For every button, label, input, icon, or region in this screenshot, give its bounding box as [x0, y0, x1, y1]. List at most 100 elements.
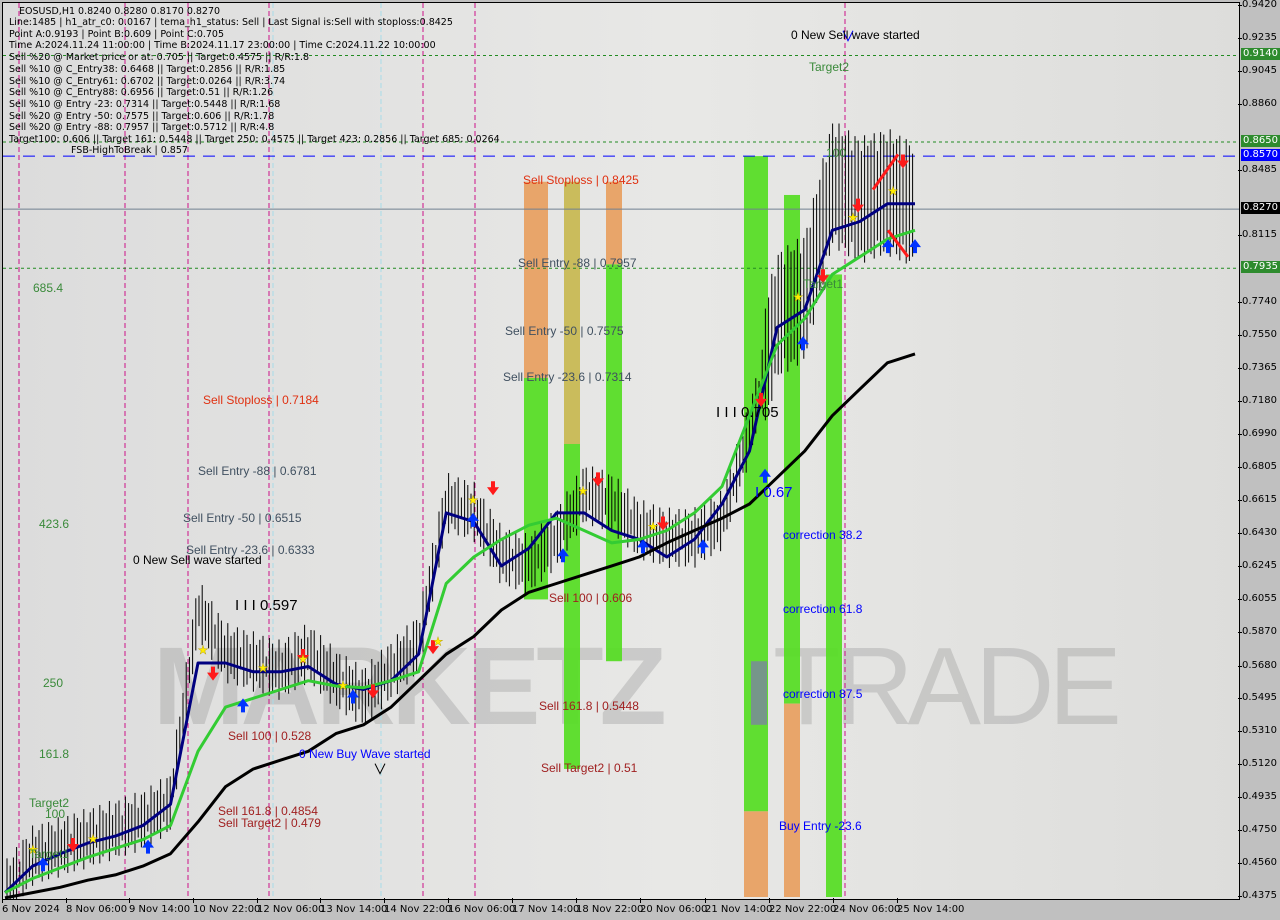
y-tick-label: 0.5680 [1238, 659, 1277, 671]
x-tick-label: 6 Nov 2024 [2, 898, 60, 915]
y-tick-label: 0.7365 [1238, 361, 1277, 373]
sell-arrow-icon [657, 516, 669, 531]
price-badge-green: 0.8650 [1241, 134, 1280, 147]
y-tick-label: 0.9235 [1238, 31, 1277, 43]
y-tick-label: 0.4750 [1238, 823, 1277, 835]
buy-arrow-icon [142, 839, 154, 854]
x-tick-label: 18 Nov 22:00 [576, 898, 644, 915]
y-tick-label: 0.5870 [1238, 625, 1277, 637]
chart-annotation: Sell 100 | 0.606 [549, 591, 633, 606]
chart-annotation: 250 [43, 676, 64, 691]
chart-annotation: Sell Stoploss | 0.7184 [203, 392, 319, 407]
info-line: Line:1485 | h1_atr_c0: 0.0167 | tema_h1_… [9, 17, 453, 28]
chart-plot-area[interactable]: MARKETZ TRADE ★ ★ ★ ★ ★ ★ ★ ★ ★ ★ ★ ★ ★ EOSUSD,H1 0.… [2, 2, 1240, 900]
zone-bar [744, 811, 768, 897]
chart-annotation: 685.4 [33, 280, 64, 295]
y-tick-label: 0.8485 [1238, 164, 1277, 176]
info-line: Sell %10 @ C_Entry61: 0.6702 || Target:0… [9, 75, 286, 87]
y-tick-label: 0.4935 [1238, 791, 1277, 803]
chart-annotation: Sell Entry -50 | 0.7575 [505, 323, 624, 338]
chart-annotation: I I I 0.597 [235, 596, 298, 614]
chart-annotation: Sell Stoploss | 0.8425 [523, 172, 639, 187]
info-line: Sell %10 @ C_Entry38: 0.6468 || Target:0… [9, 63, 286, 75]
chart-annotation: Sell Entry -50 | 0.6515 [183, 511, 302, 526]
x-tick-label: 25 Nov 14:00 [897, 898, 965, 915]
chart-annotation: Sell Target2 | 0.51 [541, 760, 638, 775]
chart-annotation: correction 87.5 [783, 686, 863, 701]
info-line: Point A:0.9193 | Point B:0.609 | Point C… [9, 28, 225, 40]
buy-arrow-icon [347, 689, 359, 704]
star-marker-icon: ★ [578, 484, 589, 498]
x-tick-label: 21 Nov 14:00 [705, 898, 773, 915]
y-tick-label: 0.7740 [1238, 295, 1277, 307]
zone-bar [826, 274, 842, 897]
chart-annotation: Sell Entry -23.6 | 0.7314 [503, 369, 632, 384]
star-marker-icon: ★ [888, 184, 899, 198]
x-tick-label: 10 Nov 22:00 [193, 898, 261, 915]
chart-annotation: correction 61.8 [783, 602, 863, 616]
price-badge-green: 0.9140 [1241, 48, 1280, 61]
chart-annotation: Target1 [29, 847, 70, 862]
info-line: Sell %20 @ Entry -50: 0.7575 || Target:0… [9, 110, 275, 122]
y-tick-label: 0.7180 [1238, 394, 1277, 406]
star-marker-icon: ★ [338, 678, 349, 692]
y-tick-label: 0.6245 [1238, 559, 1277, 571]
star-marker-icon: ★ [848, 210, 859, 224]
x-tick-label: 12 Nov 06:00 [257, 898, 325, 915]
y-tick-label: 0.5310 [1238, 724, 1277, 736]
chart-annotation: 423.6 [39, 517, 70, 532]
y-tick-label: 0.5495 [1238, 692, 1277, 704]
y-tick-label: 0.6615 [1238, 494, 1277, 506]
info-line: Time A:2024.11.24 11:00:00 | Time B:2024… [9, 40, 436, 52]
y-tick-label: 0.4375 [1238, 890, 1277, 901]
symbol-ohlc: EOSUSD,H1 0.8240 0.8280 0.8170 0.8270 [19, 6, 221, 17]
zone-bar [784, 703, 800, 897]
y-tick-label: 0.9420 [1238, 0, 1277, 10]
chart-annotation: Sell Target2 | 0.479 [218, 815, 321, 830]
zone-bar [606, 181, 622, 265]
chart-annotation: 100 [45, 806, 66, 821]
chart-annotation: Target2 [809, 59, 850, 74]
x-tick-label: 14 Nov 22:00 [384, 898, 452, 915]
star-marker-icon: ★ [793, 290, 804, 304]
x-tick-label: 22 Nov 22:00 [769, 898, 837, 915]
x-tick-label: 24 Nov 06:00 [833, 898, 901, 915]
chart-annotation: 0 New Buy Wave started [299, 746, 431, 761]
x-tick-label: 17 Nov 14:00 [512, 898, 580, 915]
buy-arrow-icon [697, 539, 709, 554]
star-marker-icon: ★ [198, 643, 209, 657]
price-badge-blue: 0.8570 [1241, 149, 1280, 162]
x-tick-label: 9 Nov 14:00 [129, 898, 191, 915]
sell-arrow-icon [487, 481, 499, 496]
zone-bar [524, 181, 548, 378]
info-line: Sell %10 @ Entry -23: 0.7314 || Target:0… [9, 98, 281, 110]
y-tick-label: 0.6430 [1238, 527, 1277, 539]
info-line: Sell %20 @ Entry -88: 0.7957 || Target:0… [9, 122, 275, 134]
wave-v-icon [374, 763, 386, 775]
zone-bar [564, 181, 580, 444]
y-tick-label: 0.7550 [1238, 329, 1277, 341]
star-marker-icon: ★ [433, 634, 444, 648]
chart-annotation: Sell Entry -88 | 0.7957 [518, 255, 637, 270]
chart-annotation: Sell 100 | 0.528 [228, 729, 312, 744]
star-marker-icon: ★ [88, 832, 99, 846]
star-marker-icon: ★ [648, 520, 659, 534]
y-tick-label: 0.6805 [1238, 460, 1277, 472]
price-badge-black: 0.8270 [1241, 202, 1280, 215]
chart-annotation: Target1 [803, 277, 844, 292]
chart-annotation: 100 [826, 146, 847, 161]
fsb-label: FSB-HighToBreak | 0.857 [71, 145, 188, 156]
y-tick-label: 0.4560 [1238, 857, 1277, 869]
chart-annotation: Sell Entry -88 | 0.6781 [198, 464, 317, 479]
x-tick-label: 16 Nov 06:00 [448, 898, 516, 915]
star-marker-icon: ★ [258, 661, 269, 675]
price-axis[interactable]: 0.9420 0.9235 0.9045 0.8860 0.8485 0.8115 0.77… [1238, 0, 1280, 920]
chart-annotation: I I I 0.705 [716, 404, 779, 422]
info-line: Sell %10 @ C_Entry88: 0.6956 || Target:0… [9, 87, 274, 99]
info-line: Target100: 0.606 || Target 161: 0.5448 |… [9, 134, 500, 145]
x-tick-label: 8 Nov 06:00 [66, 898, 128, 915]
chart-annotation: correction 38.2 [783, 527, 863, 542]
zone-gray-block [751, 661, 767, 725]
chart-annotation: I 0.67 [755, 483, 793, 501]
y-tick-label: 0.8115 [1238, 229, 1277, 241]
